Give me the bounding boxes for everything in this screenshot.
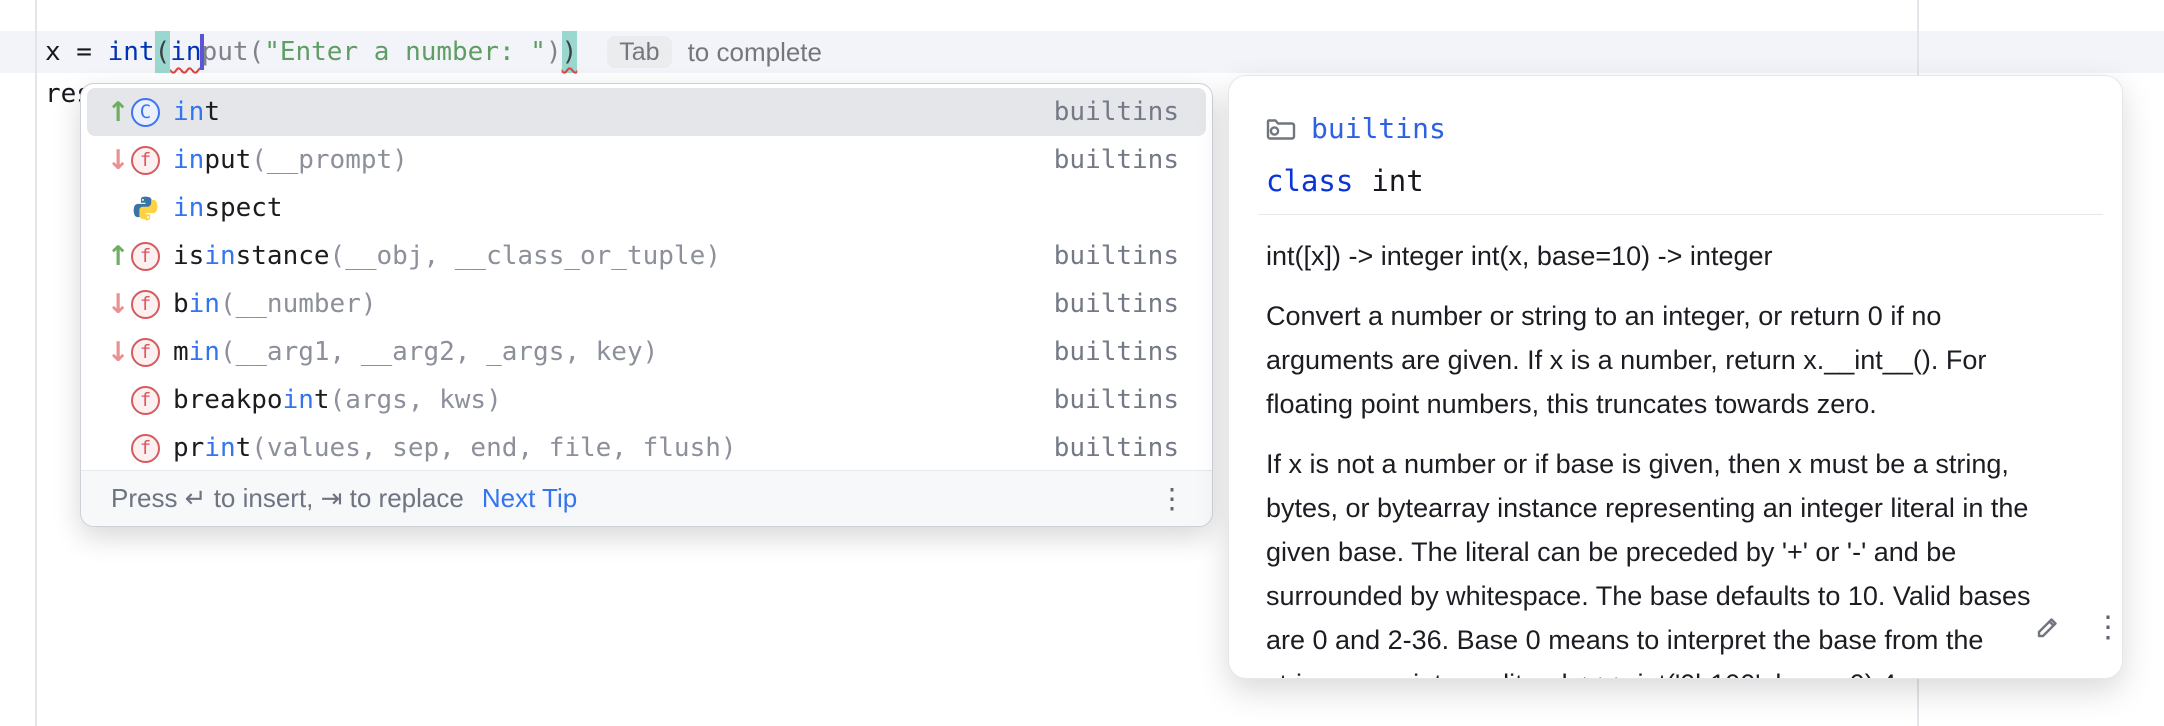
completion-item-print[interactable]: f print(values, sep, end, file, flush) b… (87, 424, 1206, 472)
relevance-down-icon: ↓ (105, 337, 131, 368)
more-options-icon[interactable]: ⋮ (1158, 485, 1186, 513)
origin-label: builtins (1054, 433, 1179, 463)
completion-list: ↑ C int builtins ↓ f input(__prompt) bui… (81, 88, 1212, 472)
doc-body: int([x]) -> integer int(x, base=10) -> i… (1266, 234, 2096, 679)
symbol-declaration: class int (1266, 164, 1424, 198)
class-keyword: class (1266, 164, 1353, 198)
more-options-icon[interactable]: ⋮ (2093, 613, 2123, 643)
completion-item-bin[interactable]: ↓ f bin(__number) builtins (87, 280, 1206, 328)
doc-actions: ⋮ (2029, 610, 2123, 646)
completion-item-input[interactable]: ↓ f input(__prompt) builtins (87, 136, 1206, 184)
python-icon (131, 194, 160, 223)
relevance-up-icon: ↑ (105, 241, 131, 272)
code-line-1[interactable]: x = int(input("Enter a number: ")) Tab t… (45, 31, 822, 73)
relevance-down-icon: ↓ (105, 145, 131, 176)
matched-paren-close: ) (562, 31, 578, 73)
relevance-up-icon: ↑ (105, 97, 131, 128)
edit-pencil-icon[interactable] (2029, 610, 2065, 646)
class-name: int (1371, 164, 1423, 198)
doc-signature: int([x]) -> integer int(x, base=10) -> i… (1266, 234, 2096, 278)
origin-label: builtins (1054, 241, 1179, 271)
footer-hint: Press ↵ to insert, ⇥ to replace (111, 483, 464, 514)
code-token: put (202, 31, 249, 73)
gutter-separator (35, 0, 37, 726)
origin-label: builtins (1054, 97, 1179, 127)
completion-item-breakpoint[interactable]: f breakpoint(args, kws) builtins (87, 376, 1206, 424)
code-token-int: int (108, 31, 155, 73)
doc-paragraph: Convert a number or string to an integer… (1266, 294, 2096, 426)
function-icon: f (131, 290, 160, 319)
module-name[interactable]: builtins (1311, 112, 1446, 145)
completion-item-inspect[interactable]: inspect (87, 184, 1206, 232)
next-tip-link[interactable]: Next Tip (482, 483, 577, 514)
completion-popup: ↑ C int builtins ↓ f input(__prompt) bui… (80, 83, 1213, 527)
function-icon: f (131, 434, 160, 463)
matched-paren-open: ( (155, 31, 171, 73)
code-token: ) (546, 31, 562, 73)
module-breadcrumb[interactable]: builtins (1265, 112, 1446, 145)
origin-label: builtins (1054, 145, 1179, 175)
completion-item-int[interactable]: ↑ C int builtins (87, 88, 1206, 136)
class-icon: C (131, 98, 160, 127)
code-token: x = (45, 31, 108, 73)
completion-item-min[interactable]: ↓ f min(__arg1, __arg2, _args, key) buil… (87, 328, 1206, 376)
tab-hint-text: to complete (688, 31, 822, 73)
code-token: ( (249, 31, 265, 73)
function-icon: f (131, 242, 160, 271)
documentation-popup[interactable]: builtins class int int([x]) -> integer in… (1228, 75, 2123, 679)
origin-label: builtins (1054, 289, 1179, 319)
doc-paragraph: If x is not a number or if base is given… (1266, 442, 2096, 679)
string-literal: "Enter a number: " (264, 31, 546, 73)
ide-editor-screen: x = int(input("Enter a number: ")) Tab t… (0, 0, 2164, 726)
function-icon: f (131, 386, 160, 415)
origin-label: builtins (1054, 337, 1179, 367)
module-folder-icon (1265, 116, 1297, 142)
doc-divider (1258, 214, 2103, 215)
origin-label: builtins (1054, 385, 1179, 415)
relevance-down-icon: ↓ (105, 289, 131, 320)
completion-item-isinstance[interactable]: ↑ f isinstance(__obj, __class_or_tuple) … (87, 232, 1206, 280)
function-icon: f (131, 146, 160, 175)
tab-key-chip: Tab (607, 36, 671, 68)
function-icon: f (131, 338, 160, 367)
completion-footer: Press ↵ to insert, ⇥ to replace Next Tip… (81, 470, 1212, 526)
typed-prefix: in (170, 31, 201, 73)
